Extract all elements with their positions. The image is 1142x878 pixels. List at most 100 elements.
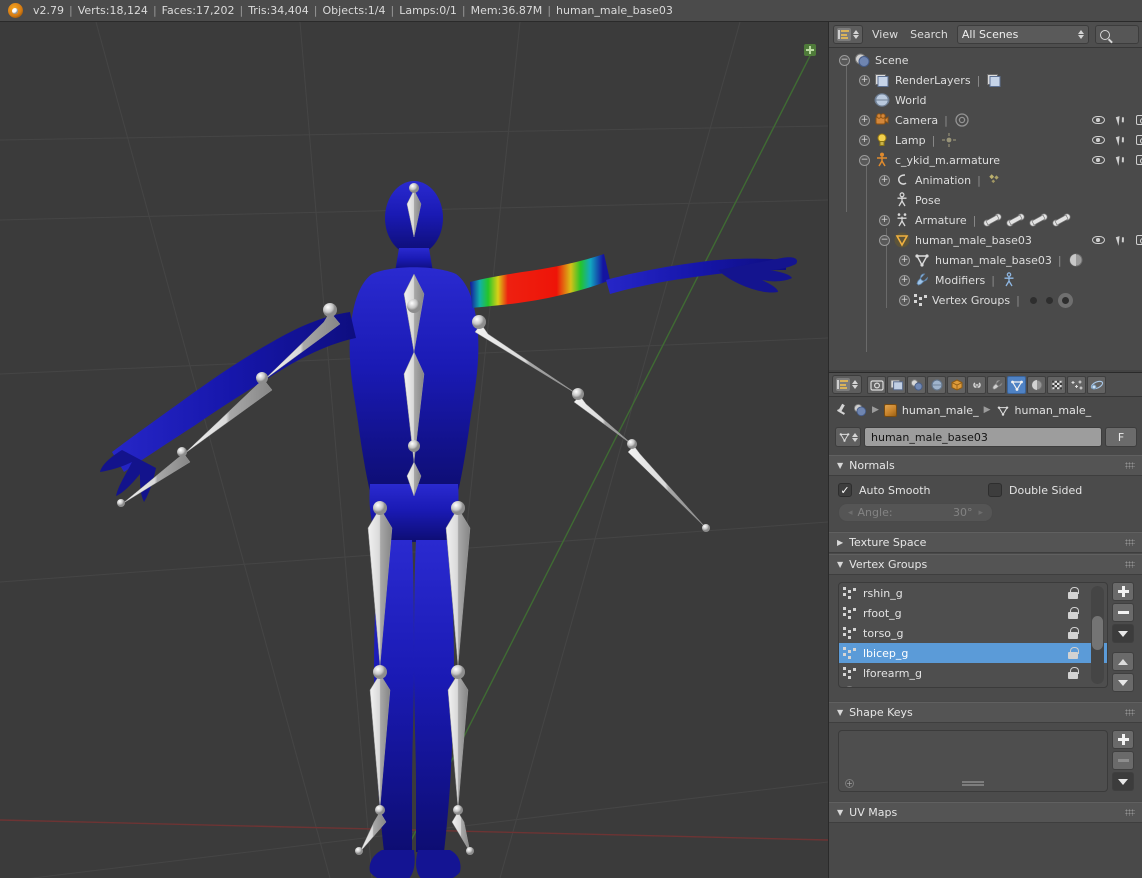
restrict-select-toggle[interactable]: [1109, 114, 1131, 126]
list-item-selected[interactable]: lbicep_g: [839, 643, 1107, 663]
panel-normals-header[interactable]: ▼ Normals: [829, 455, 1142, 476]
vertex-group-dot[interactable]: [1029, 296, 1037, 304]
slider-decrease-icon[interactable]: ◂: [848, 508, 853, 518]
tree-row-world[interactable]: World: [829, 90, 1142, 110]
material-tab[interactable]: [1027, 375, 1046, 394]
unlocked-icon[interactable]: [1068, 627, 1079, 639]
auto-smooth-checkbox[interactable]: ✓: [838, 483, 852, 497]
expand-toggle[interactable]: +: [859, 74, 870, 86]
list-expand-icon[interactable]: +: [845, 778, 854, 788]
display-mode-select[interactable]: All Scenes: [956, 25, 1089, 44]
restrict-render-toggle[interactable]: [1131, 115, 1142, 125]
scene-icon[interactable]: [853, 403, 867, 417]
breadcrumb-data[interactable]: human_male_: [1015, 404, 1092, 417]
vertex-group-dot-active[interactable]: [1061, 296, 1069, 304]
properties-editor-type-button[interactable]: [832, 375, 862, 394]
panel-vertex-groups-header[interactable]: ▼ Vertex Groups: [829, 554, 1142, 575]
tree-row-vertex-groups[interactable]: + Vertex Groups |: [829, 290, 1142, 310]
move-vertex-group-up-button[interactable]: [1112, 652, 1134, 671]
list-resize-grip[interactable]: [962, 688, 984, 689]
bone-icon-group[interactable]: [982, 213, 1074, 227]
3d-viewport[interactable]: [0, 22, 828, 878]
angle-slider[interactable]: ◂ Angle: 30° ▸: [838, 503, 993, 522]
list-item[interactable]: rshin_g: [839, 583, 1107, 603]
tree-row-scene[interactable]: − Scene: [829, 50, 1142, 70]
unlocked-icon[interactable]: [1068, 647, 1079, 659]
restrict-view-toggle[interactable]: [1087, 136, 1109, 144]
expand-toggle[interactable]: +: [879, 214, 890, 226]
mesh-name-input[interactable]: human_male_base03: [864, 427, 1102, 447]
expand-toggle[interactable]: +: [859, 114, 870, 126]
mesh-datablock-button[interactable]: [835, 427, 861, 447]
list-item[interactable]: torso_g: [839, 623, 1107, 643]
tree-row-lamp[interactable]: + Lamp |: [829, 130, 1142, 150]
render-tab[interactable]: [867, 375, 886, 394]
panel-texture-space-header[interactable]: ▶ Texture Space: [829, 532, 1142, 553]
restrict-render-toggle[interactable]: [1131, 155, 1142, 165]
list-resize-grip[interactable]: [962, 780, 984, 786]
material-icon[interactable]: [1068, 252, 1084, 268]
blender-logo-icon[interactable]: [8, 3, 23, 18]
remove-shape-key-button[interactable]: [1112, 751, 1134, 770]
restrict-render-toggle[interactable]: [1131, 235, 1142, 245]
tree-row-animation[interactable]: + Animation |: [829, 170, 1142, 190]
unlocked-icon[interactable]: [1068, 607, 1079, 619]
restrict-view-toggle[interactable]: [1087, 236, 1109, 244]
tree-row-armature-object[interactable]: − c_ykid_m.armature: [829, 150, 1142, 170]
fake-user-button[interactable]: F: [1105, 427, 1137, 447]
pin-icon[interactable]: [835, 404, 848, 417]
restrict-select-toggle[interactable]: [1109, 154, 1131, 166]
vertex-group-dot[interactable]: [1045, 296, 1053, 304]
properties-editor[interactable]: ▶ human_male_ ▶ human_male_ human_male_b…: [829, 372, 1142, 878]
world-tab[interactable]: [927, 375, 946, 394]
collapse-toggle[interactable]: −: [839, 54, 850, 66]
shape-keys-list[interactable]: +: [838, 730, 1108, 792]
restrict-select-toggle[interactable]: [1109, 134, 1131, 146]
tree-row-camera[interactable]: + Camera |: [829, 110, 1142, 130]
outliner-tree[interactable]: − Scene + RenderLayers | World + Camera …: [829, 48, 1142, 370]
remove-vertex-group-button[interactable]: [1112, 603, 1134, 622]
tree-row-pose[interactable]: Pose: [829, 190, 1142, 210]
restrict-render-toggle[interactable]: [1131, 135, 1142, 145]
outliner-editor-type-button[interactable]: [833, 25, 863, 44]
physics-tab[interactable]: [1087, 375, 1106, 394]
modifiers-tab[interactable]: [987, 375, 1006, 394]
armature-modifier-icon[interactable]: [1001, 272, 1017, 288]
add-shape-key-button[interactable]: [1112, 730, 1134, 749]
panel-shape-keys-header[interactable]: ▼ Shape Keys: [829, 702, 1142, 723]
double-sided-row[interactable]: Double Sided: [988, 483, 1082, 497]
add-vertex-group-button[interactable]: [1112, 582, 1134, 601]
vertex-group-specials-button[interactable]: [1112, 624, 1134, 643]
expand-toggle[interactable]: +: [899, 294, 910, 306]
list-item[interactable]: lforearm_g: [839, 663, 1107, 683]
texture-tab[interactable]: [1047, 375, 1066, 394]
list-scrollbar[interactable]: [1091, 586, 1104, 684]
renderlayer-data-icon[interactable]: [986, 72, 1002, 88]
tree-row-renderlayers[interactable]: + RenderLayers |: [829, 70, 1142, 90]
action-icon[interactable]: [987, 172, 1003, 188]
expand-toggle[interactable]: +: [859, 134, 870, 146]
expand-toggle[interactable]: +: [899, 274, 910, 286]
list-expand-icon[interactable]: +: [845, 685, 854, 687]
menu-view[interactable]: View: [869, 28, 901, 41]
collapse-toggle[interactable]: −: [879, 234, 890, 246]
particles-tab[interactable]: [1067, 375, 1086, 394]
slider-increase-icon[interactable]: ▸: [978, 508, 983, 518]
unlocked-icon[interactable]: [1068, 587, 1079, 599]
move-vertex-group-down-button[interactable]: [1112, 673, 1134, 692]
menu-search[interactable]: Search: [907, 28, 951, 41]
object-tab[interactable]: [947, 375, 966, 394]
breadcrumb-object[interactable]: human_male_: [902, 404, 979, 417]
render-layers-tab[interactable]: [887, 375, 906, 394]
tree-row-armature-data[interactable]: + Armature |: [829, 210, 1142, 230]
constraints-tab[interactable]: [967, 375, 986, 394]
outliner-search-input[interactable]: [1095, 25, 1139, 44]
restrict-view-toggle[interactable]: [1087, 116, 1109, 124]
tree-row-mesh-object[interactable]: − human_male_base03: [829, 230, 1142, 250]
outliner-editor[interactable]: View Search All Scenes − Scene + RenderL…: [829, 22, 1142, 370]
collapse-toggle[interactable]: −: [859, 154, 870, 166]
restrict-select-toggle[interactable]: [1109, 234, 1131, 246]
expand-toggle[interactable]: +: [899, 254, 910, 266]
tree-row-mesh-data[interactable]: + human_male_base03 |: [829, 250, 1142, 270]
expand-toggle[interactable]: +: [879, 174, 890, 186]
